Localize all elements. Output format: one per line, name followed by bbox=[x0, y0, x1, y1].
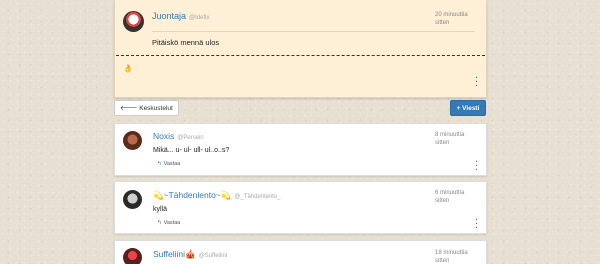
author-handle: @Suffeliini bbox=[198, 253, 228, 259]
reply-arrow-icon: ↰ bbox=[157, 161, 162, 167]
post-time: 20 minuuttia sitten bbox=[435, 12, 468, 26]
original-post: Juontaja @Idefix 20 minuuttia sitten Pitä… bbox=[114, 0, 487, 98]
reply-text: kyllä bbox=[153, 206, 168, 213]
reply-label[interactable]: Vastaa bbox=[164, 220, 181, 226]
more-options-icon[interactable]: · · · bbox=[475, 158, 478, 174]
reply-text: Mikä... u- ul- ull- ul..o..s? bbox=[153, 147, 230, 154]
avatar[interactable] bbox=[123, 248, 142, 264]
author-name[interactable]: 💫~Tähdenlento~💫 @_Tähdenlento_ bbox=[153, 190, 280, 201]
new-message-button[interactable]: + Viesti bbox=[450, 100, 486, 116]
emoji-reaction: 👌 bbox=[123, 64, 133, 73]
author-name[interactable]: Noxis @Persein bbox=[153, 131, 204, 141]
author-name[interactable]: Juontaja @Idefix bbox=[152, 11, 209, 21]
author-name-text[interactable]: 💫~Tähdenlento~💫 bbox=[153, 190, 231, 200]
reply-card: Noxis @Persein 8 minuuttia sitten Mikä...… bbox=[114, 123, 487, 176]
more-options-icon[interactable]: · · · bbox=[475, 74, 478, 90]
post-time: 6 minuuttia sitten bbox=[435, 190, 465, 204]
post-time: 8 minuuttia sitten bbox=[435, 132, 465, 146]
author-name-text[interactable]: Suffeliini🎪 bbox=[153, 249, 196, 259]
author-handle: @Persein bbox=[177, 135, 204, 141]
reply-arrow-icon: ↰ bbox=[157, 220, 162, 226]
author-handle: @_Tähdenlento_ bbox=[234, 194, 281, 200]
reply-link[interactable]: ↰ Vastaa bbox=[157, 161, 180, 167]
author-name-text[interactable]: Noxis bbox=[153, 131, 174, 141]
avatar[interactable] bbox=[123, 131, 142, 150]
author-handle: @Idefix bbox=[189, 15, 210, 21]
back-to-threads-button[interactable]: 🡐 Keskustelut bbox=[114, 100, 179, 116]
author-name-text[interactable]: Juontaja bbox=[152, 11, 186, 21]
dashed-divider bbox=[116, 55, 485, 56]
avatar[interactable] bbox=[123, 190, 142, 209]
reply-card: Suffeliini🎪 @Suffeliini 18 minuuttia sitt… bbox=[114, 240, 487, 264]
reply-link[interactable]: ↰ Vastaa bbox=[157, 220, 180, 226]
author-name[interactable]: Suffeliini🎪 @Suffeliini bbox=[153, 249, 227, 260]
reply-card: 💫~Tähdenlento~💫 @_Tähdenlento_ 6 minuutti… bbox=[114, 181, 487, 234]
reply-label[interactable]: Vastaa bbox=[164, 161, 181, 167]
avatar[interactable] bbox=[123, 11, 144, 32]
more-options-icon[interactable]: · · · bbox=[475, 216, 478, 232]
post-time: 18 minuuttia sitten bbox=[435, 250, 468, 264]
divider bbox=[152, 31, 475, 32]
post-body: Pitäiskö mennä ulos bbox=[152, 38, 220, 47]
